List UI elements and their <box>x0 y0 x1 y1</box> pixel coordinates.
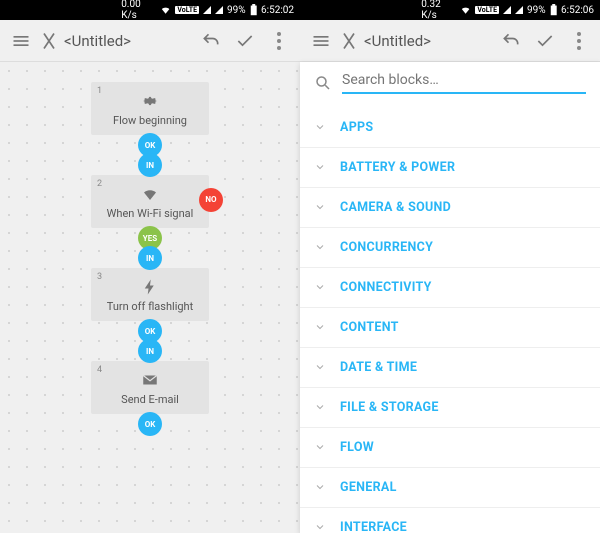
status-bar: 0.00 K/s VoLTE 99% 6:52:02 <box>0 0 300 20</box>
menu-icon[interactable] <box>4 24 38 58</box>
chevron-down-icon <box>314 198 326 217</box>
mail-icon <box>95 371 205 389</box>
toolbar: <Untitled> <box>300 20 600 62</box>
signal-icon-2 <box>515 6 523 14</box>
undo-button[interactable] <box>494 24 528 58</box>
volte-badge: VoLTE <box>475 6 499 14</box>
flow-block[interactable]: 2 When Wi-Fi signalNO <box>91 175 209 228</box>
battery-pct: 99% <box>227 5 246 16</box>
clock: 6:52:06 <box>561 5 594 16</box>
block-label: When Wi-Fi signal <box>95 207 205 220</box>
block-number: 3 <box>97 272 102 282</box>
category-label: BATTERY & POWER <box>340 160 455 175</box>
battery-icon <box>250 4 257 16</box>
category-row[interactable]: CAMERA & SOUND <box>300 188 600 228</box>
battery-icon <box>550 4 557 16</box>
block-number: 2 <box>97 179 102 189</box>
block-picker-panel: APPS BATTERY & POWER CAMERA & SOUND CONC… <box>300 62 600 533</box>
category-row[interactable]: APPS <box>300 108 600 148</box>
block-chain: 1 Flow beginningOKIN2 When Wi-Fi signalN… <box>0 82 300 434</box>
search-row <box>300 62 600 102</box>
category-label: APPS <box>340 120 373 135</box>
signal-icon-1 <box>503 6 511 14</box>
block-number: 4 <box>97 365 102 375</box>
flow-title[interactable]: <Untitled> <box>64 32 194 50</box>
category-row[interactable]: INTERFACE <box>300 508 600 533</box>
toolbar: <Untitled> <box>0 20 300 62</box>
category-row[interactable]: CONCURRENCY <box>300 228 600 268</box>
left-pane: 0.00 K/s VoLTE 99% 6:52:02 <Untitled> 1 … <box>0 0 300 533</box>
flow-title[interactable]: <Untitled> <box>364 32 494 50</box>
wifi-status-icon <box>160 4 171 16</box>
flow-canvas[interactable]: 1 Flow beginningOKIN2 When Wi-Fi signalN… <box>0 62 300 533</box>
connector-no[interactable]: NO <box>199 188 223 212</box>
signal-icon-1 <box>203 6 211 14</box>
category-row[interactable]: BATTERY & POWER <box>300 148 600 188</box>
chevron-down-icon <box>314 438 326 457</box>
category-label: CONNECTIVITY <box>340 280 432 295</box>
category-label: FILE & STORAGE <box>340 400 439 415</box>
category-label: CONCURRENCY <box>340 240 433 255</box>
category-label: GENERAL <box>340 480 397 495</box>
category-label: CONTENT <box>340 320 399 335</box>
category-row[interactable]: GENERAL <box>300 468 600 508</box>
confirm-button[interactable] <box>228 24 262 58</box>
category-row[interactable]: FLOW <box>300 428 600 468</box>
chevron-down-icon <box>314 358 326 377</box>
category-label: DATE & TIME <box>340 360 417 375</box>
net-speed: 0.00 K/s <box>121 0 156 21</box>
gear-icon <box>95 92 205 110</box>
overflow-menu[interactable] <box>262 24 296 58</box>
status-bar: 0.32 K/s VoLTE 99% 6:52:06 <box>300 0 600 20</box>
category-row[interactable]: CONTENT <box>300 308 600 348</box>
clock: 6:52:02 <box>261 5 294 16</box>
block-number: 1 <box>97 86 102 96</box>
block-label: Send E-mail <box>95 393 205 406</box>
flow-block[interactable]: 3 Turn off flashlight <box>91 268 209 321</box>
category-row[interactable]: DATE & TIME <box>300 348 600 388</box>
connector-in[interactable]: IN <box>138 153 162 177</box>
menu-icon[interactable] <box>304 24 338 58</box>
category-label: FLOW <box>340 440 374 455</box>
chevron-down-icon <box>314 238 326 257</box>
flow-block[interactable]: 4 Send E-mail <box>91 361 209 414</box>
tools-icon[interactable] <box>38 24 60 58</box>
connector-in[interactable]: IN <box>138 339 162 363</box>
chevron-down-icon <box>314 398 326 417</box>
chevron-down-icon <box>314 278 326 297</box>
chevron-down-icon <box>314 118 326 137</box>
block-label: Flow beginning <box>95 114 205 127</box>
wifi-icon <box>95 185 205 203</box>
battery-pct: 99% <box>527 5 546 16</box>
connector-out[interactable]: OK <box>138 412 162 436</box>
undo-button[interactable] <box>194 24 228 58</box>
search-icon <box>314 74 332 92</box>
overflow-menu[interactable] <box>562 24 596 58</box>
chevron-down-icon <box>314 478 326 497</box>
chevron-down-icon <box>314 318 326 337</box>
confirm-button[interactable] <box>528 24 562 58</box>
signal-icon-2 <box>215 6 223 14</box>
category-label: INTERFACE <box>340 520 407 533</box>
chevron-down-icon <box>314 518 326 533</box>
right-pane: 0.32 K/s VoLTE 99% 6:52:06 <Untitled> AP… <box>300 0 600 533</box>
tools-icon[interactable] <box>338 24 360 58</box>
flow-block[interactable]: 1 Flow beginning <box>91 82 209 135</box>
connector-in[interactable]: IN <box>138 246 162 270</box>
category-row[interactable]: CONNECTIVITY <box>300 268 600 308</box>
category-row[interactable]: FILE & STORAGE <box>300 388 600 428</box>
search-input[interactable] <box>342 72 586 94</box>
chevron-down-icon <box>314 158 326 177</box>
volte-badge: VoLTE <box>175 6 199 14</box>
net-speed: 0.32 K/s <box>421 0 456 21</box>
block-label: Turn off flashlight <box>95 300 205 313</box>
bolt-icon <box>95 278 205 296</box>
wifi-status-icon <box>460 4 471 16</box>
category-label: CAMERA & SOUND <box>340 200 451 215</box>
